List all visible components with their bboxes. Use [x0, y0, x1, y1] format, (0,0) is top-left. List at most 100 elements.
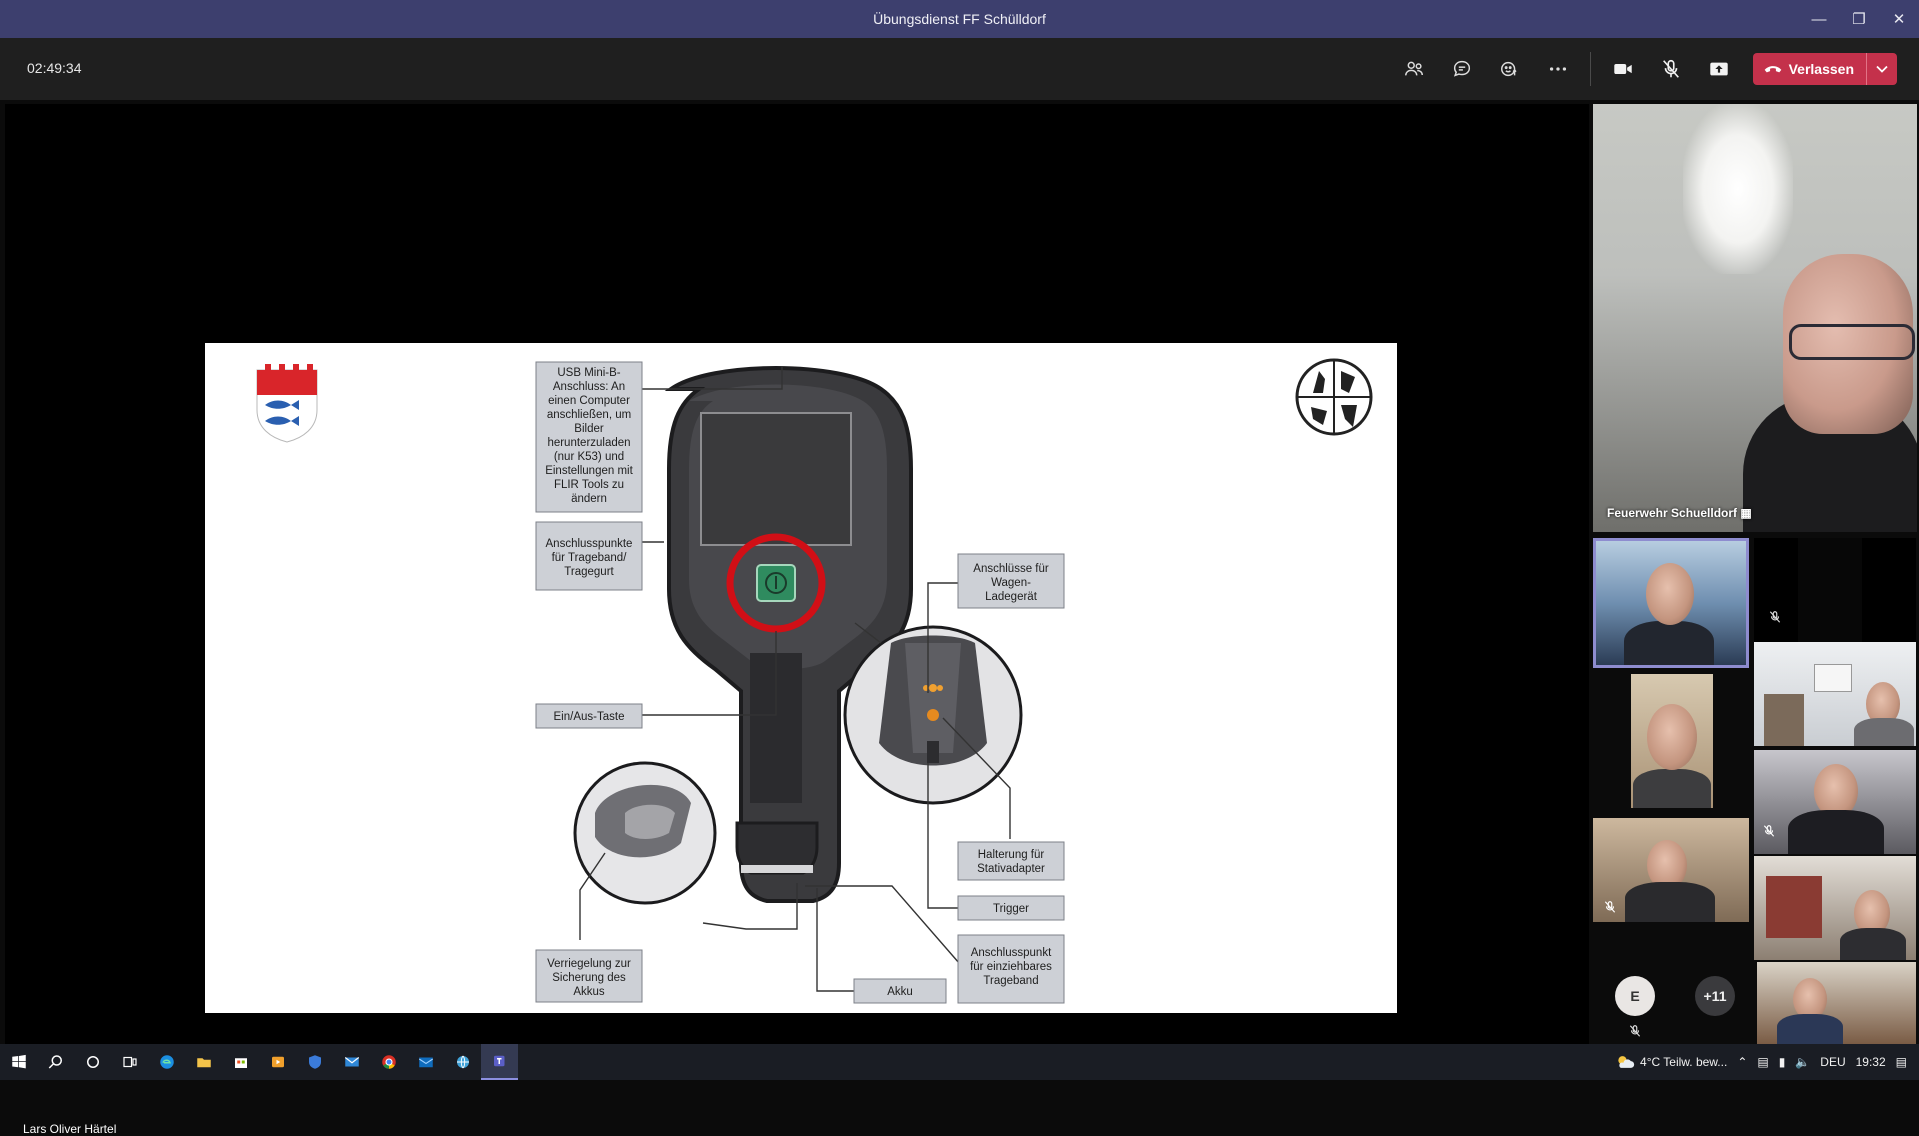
participant-tile-6[interactable] — [1593, 818, 1749, 922]
network-icon[interactable]: ▤ — [1757, 1055, 1768, 1069]
callout-usb-line-7: (nur K53) und — [554, 451, 624, 463]
callout-lock-line-3: Akkus — [573, 986, 605, 998]
battery-icon[interactable]: ▮ — [1779, 1055, 1786, 1069]
window-title: Übungsdienst FF Schülldorf — [873, 11, 1046, 27]
edge-icon — [159, 1055, 174, 1069]
participant-torso — [1633, 769, 1711, 808]
system-tray: 4°C Teilw. bew... ⌃ ▤ ▮ 🔈 DEU 19:32 ▤ — [1615, 1044, 1919, 1080]
callout-power-button: Ein/Aus-Taste — [535, 703, 643, 729]
callout-lanyard-line-3: Trageband — [983, 975, 1038, 987]
bookshelf — [1764, 694, 1804, 746]
callout-tripod-line-1: Halterung für — [978, 849, 1045, 861]
chat-button[interactable] — [1438, 52, 1486, 86]
participant-torso — [1788, 810, 1884, 854]
participant-tile-8[interactable] — [1757, 962, 1916, 1044]
camera-button[interactable] — [1599, 52, 1647, 86]
callout-usb-line-3: einen Computer — [548, 395, 630, 407]
leave-options-button[interactable] — [1866, 53, 1897, 85]
leave-button[interactable]: Verlassen — [1752, 53, 1897, 85]
mic-muted-icon — [1604, 901, 1616, 913]
language-indicator[interactable]: DEU — [1820, 1055, 1845, 1069]
store-app[interactable] — [222, 1044, 259, 1080]
featured-participant-name: Feuerwehr Schuelldorf ▦ — [1607, 506, 1752, 520]
meeting-toolbar: 02:49:34 Verlassen — [0, 38, 1919, 100]
clock[interactable]: 19:32 — [1856, 1055, 1886, 1069]
battery-lock-detail-circle — [573, 761, 717, 905]
people-icon — [1404, 61, 1423, 76]
teams-icon — [493, 1055, 504, 1067]
chrome-app[interactable] — [370, 1044, 407, 1080]
weather-text[interactable]: 4°C Teilw. bew... — [1640, 1055, 1727, 1069]
minimize-button[interactable]: — — [1799, 0, 1839, 38]
search-icon — [48, 1055, 62, 1069]
edge-app[interactable] — [148, 1044, 185, 1080]
callout-usb-line-2: Anschluss: An — [553, 381, 625, 393]
toolbar-divider — [1589, 52, 1591, 86]
participant-tile-4[interactable] — [1754, 642, 1916, 746]
mail-app[interactable] — [333, 1044, 370, 1080]
outlook-app[interactable] — [407, 1044, 444, 1080]
media-icon — [271, 1056, 284, 1068]
callout-tripod-mount: Halterung für Stativadapter — [957, 841, 1065, 881]
mic-muted-icon — [1629, 1025, 1641, 1037]
callout-battery-lock: Verriegelung zur Sicherung des Akkus — [535, 949, 643, 1003]
microphone-button[interactable] — [1647, 52, 1695, 86]
participant-glasses — [1789, 324, 1915, 360]
participant-tile-5[interactable] — [1754, 750, 1916, 854]
presenter-name: Lars Oliver Härtel — [23, 1122, 117, 1136]
cortana-button[interactable] — [74, 1044, 111, 1080]
featured-participant-video[interactable]: Feuerwehr Schuelldorf ▦ — [1593, 104, 1917, 532]
weather-icon — [1618, 1056, 1635, 1068]
chevron-down-icon — [1876, 65, 1888, 73]
share-screen-button[interactable] — [1695, 52, 1743, 86]
teams-app[interactable] — [481, 1044, 518, 1080]
window-titlebar: Übungsdienst FF Schülldorf — ❐ ✕ — [0, 0, 1919, 38]
chrome-icon — [381, 1055, 396, 1069]
participant-torso — [1625, 882, 1715, 922]
participant-tile-active-speaker[interactable] — [1593, 538, 1749, 668]
callout-usb-line-8: Einstellungen mit — [545, 465, 633, 477]
callout-lock-line-1: Verriegelung zur — [547, 958, 631, 970]
leave-main[interactable]: Verlassen — [1753, 53, 1866, 85]
volume-icon[interactable]: 🔈 — [1795, 1055, 1810, 1069]
more-participants-button[interactable]: +11 — [1695, 976, 1735, 1016]
more-actions-button[interactable] — [1534, 52, 1582, 86]
explorer-app[interactable] — [185, 1044, 222, 1080]
camera-icon — [1613, 63, 1632, 75]
notifications-icon[interactable]: ▤ — [1896, 1055, 1907, 1069]
start-button[interactable] — [0, 1044, 37, 1080]
participant-avatar[interactable]: E — [1615, 976, 1655, 1016]
hangup-icon — [1764, 66, 1781, 73]
task-view-button[interactable] — [111, 1044, 148, 1080]
reactions-button[interactable] — [1486, 52, 1534, 86]
connector-detail-circle — [843, 625, 1023, 805]
participant-torso — [1854, 718, 1914, 746]
task-view-icon — [122, 1056, 137, 1068]
media-app[interactable] — [259, 1044, 296, 1080]
featured-name-text: Feuerwehr Schuelldorf — [1607, 506, 1738, 520]
globe-icon — [456, 1055, 469, 1069]
municipal-crest-logo — [256, 364, 319, 443]
fire-brigade-emblem — [1295, 358, 1373, 436]
callout-battery-label: Akku — [887, 986, 913, 998]
callout-usb-line-5: Bilder — [574, 423, 604, 435]
security-app[interactable] — [296, 1044, 333, 1080]
participant-tile-7[interactable] — [1754, 856, 1916, 960]
restore-button[interactable]: ❐ — [1839, 0, 1879, 38]
callout-strap-line-3: Tragegurt — [564, 566, 614, 578]
blank-video — [1798, 538, 1862, 642]
tray-chevron-icon[interactable]: ⌃ — [1737, 1055, 1747, 1069]
wall-poster — [1814, 664, 1852, 692]
store-icon — [234, 1058, 247, 1068]
participant-tile-3[interactable] — [1593, 674, 1749, 808]
webex-app[interactable] — [444, 1044, 481, 1080]
callout-tripod-line-2: Stativadapter — [977, 863, 1045, 875]
ceiling-light — [1683, 104, 1793, 274]
search-button[interactable] — [37, 1044, 74, 1080]
meeting-timer: 02:49:34 — [27, 60, 82, 76]
participant-torso — [1777, 1014, 1843, 1044]
chat-icon — [1453, 60, 1470, 77]
callout-charger-line-2: Wagen- — [991, 577, 1031, 589]
participants-button[interactable] — [1390, 52, 1438, 86]
close-button[interactable]: ✕ — [1879, 0, 1919, 38]
